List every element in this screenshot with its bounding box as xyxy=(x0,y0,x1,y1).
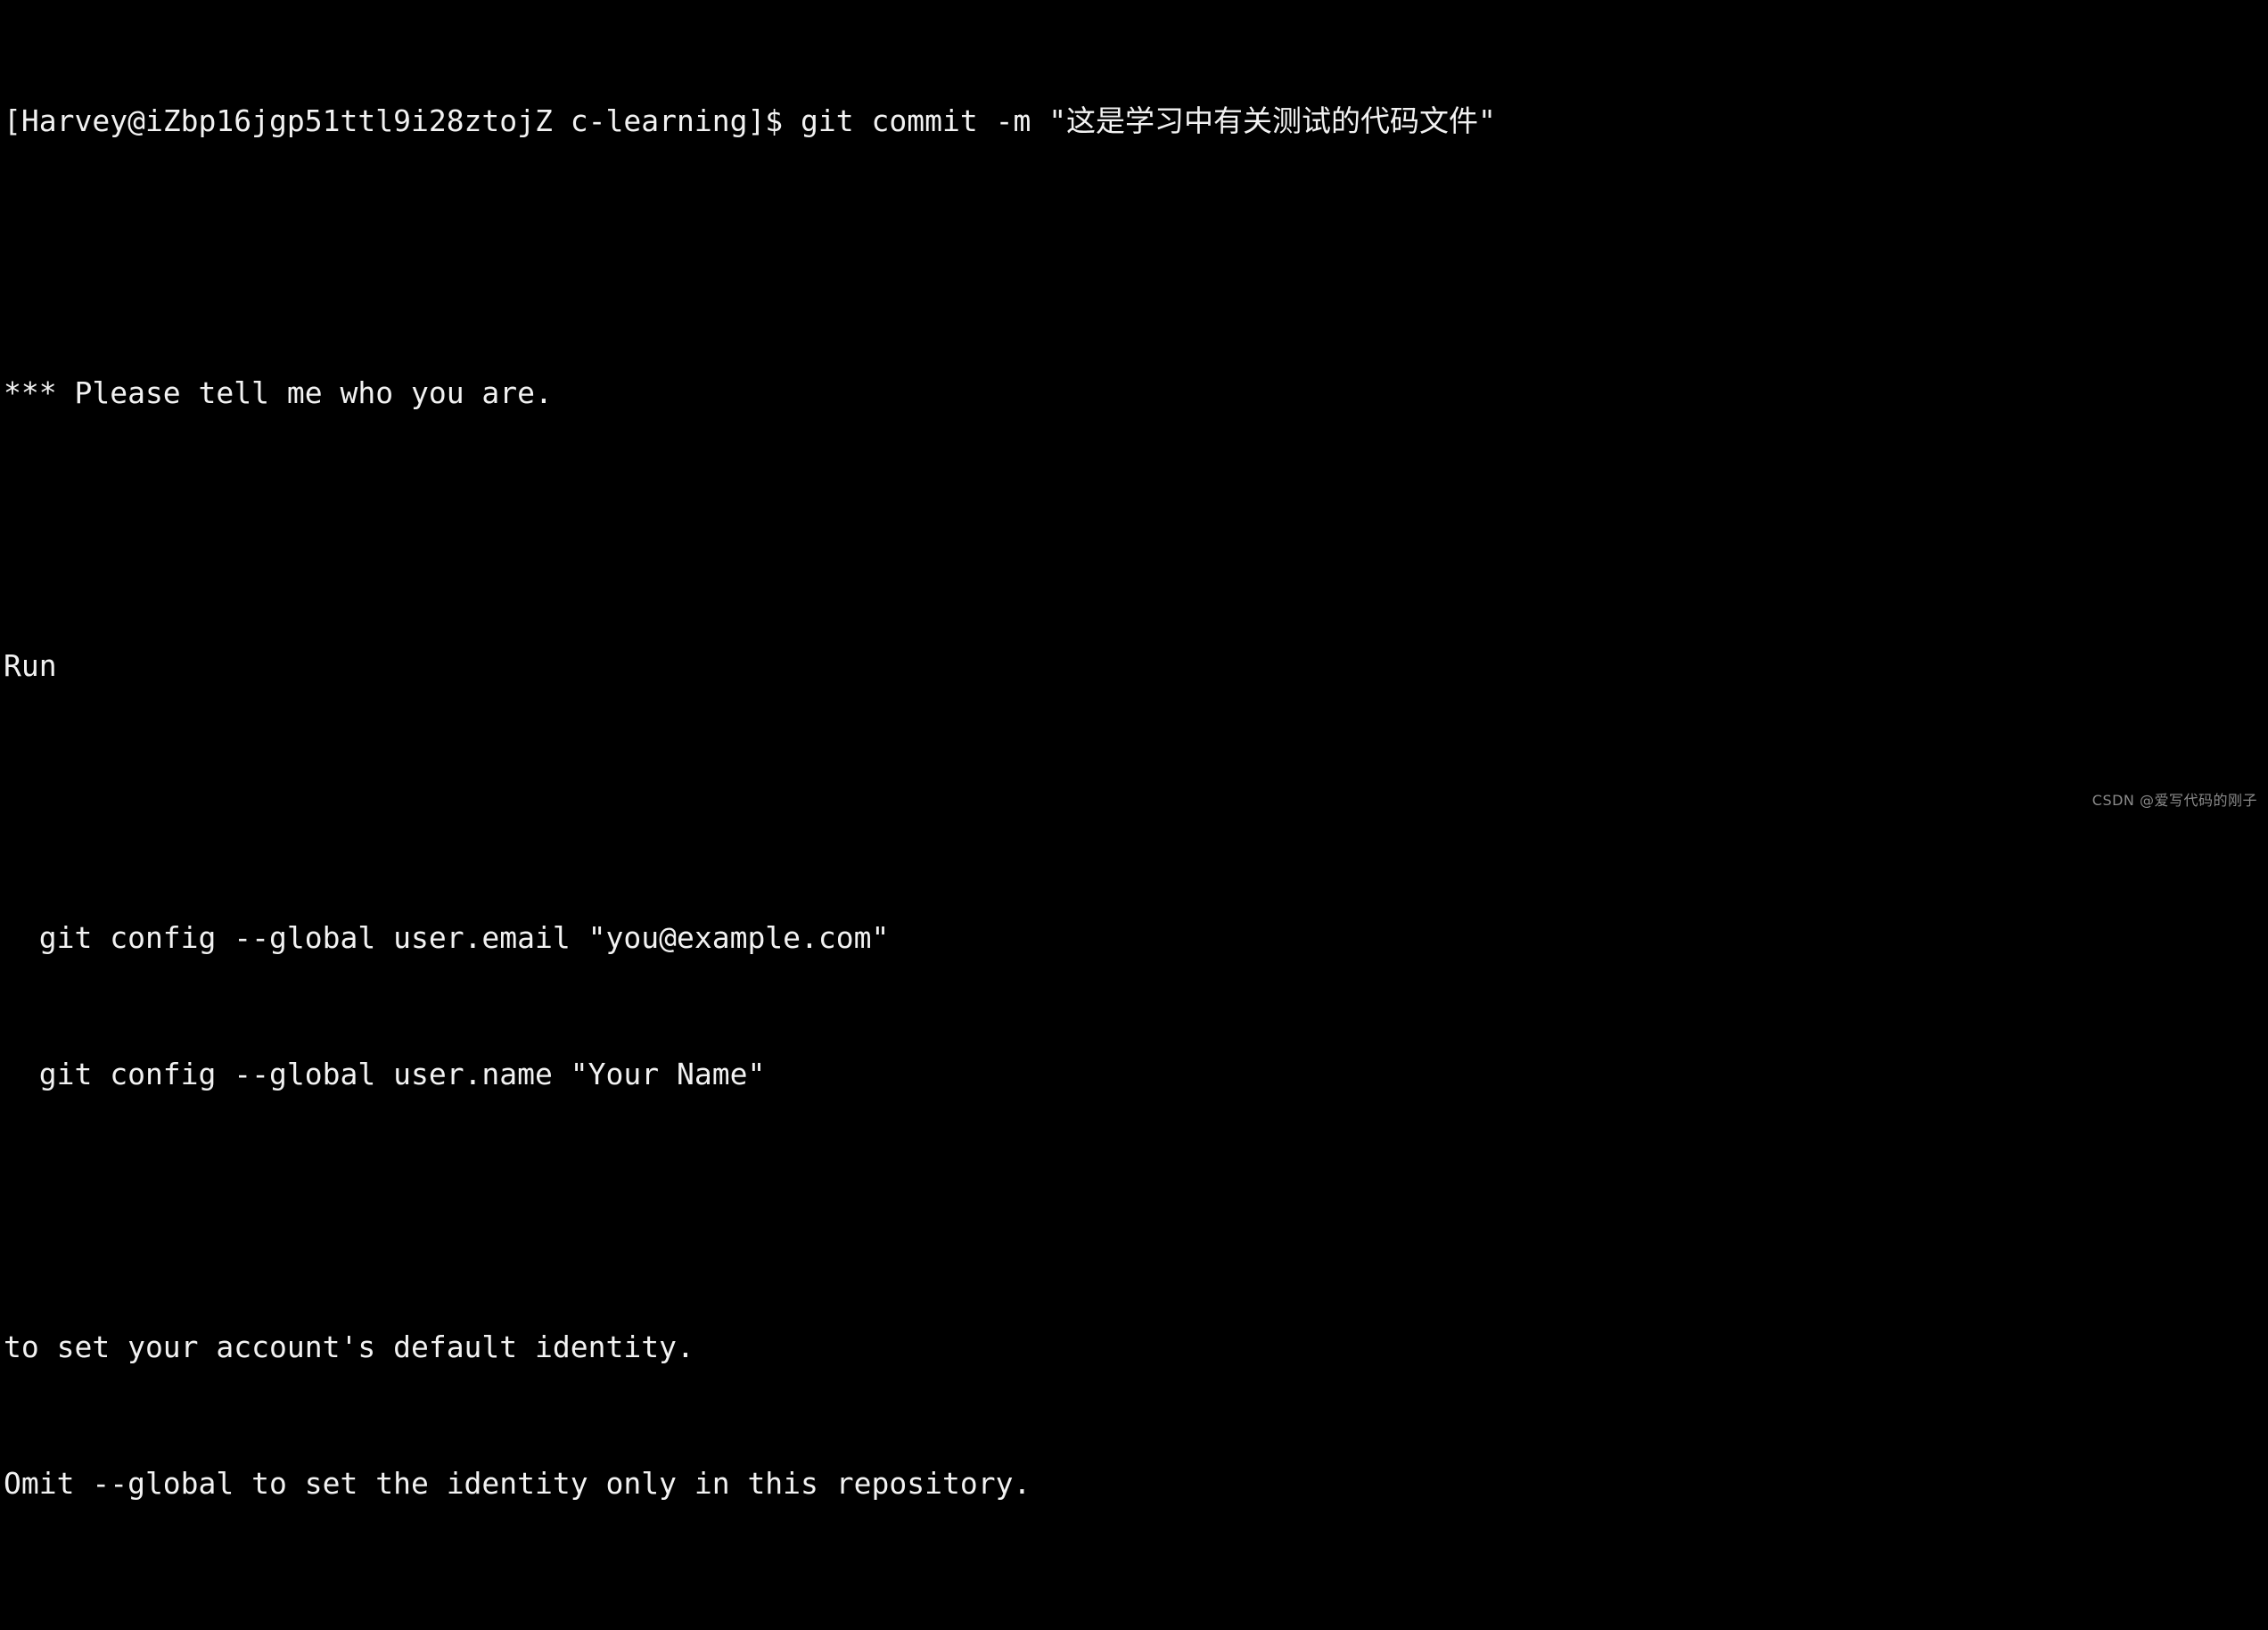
terminal-line-config-name: git config --global user.name "Your Name… xyxy=(4,1057,766,1092)
terminal-line-run: Run xyxy=(4,647,57,683)
terminal-line-omit-global: Omit --global to set the identity only i… xyxy=(4,1465,1031,1501)
terminal-window[interactable]: [Harvey@iZbp16jgp51ttl9i28ztojZ c-learni… xyxy=(0,0,2268,1500)
terminal-line-please-tell: *** Please tell me who you are. xyxy=(4,375,553,411)
terminal-line-set-default: to set your account's default identity. xyxy=(4,1329,694,1364)
terminal-output-area[interactable]: [Harvey@iZbp16jgp51ttl9i28ztojZ c-learni… xyxy=(0,0,1496,1630)
terminal-line-command: [Harvey@iZbp16jgp51ttl9i28ztojZ c-learni… xyxy=(4,103,1496,138)
terminal-line-config-email: git config --global user.email "you@exam… xyxy=(4,920,890,956)
csdn-watermark: CSDN @爱写代码的刚子 xyxy=(2091,792,2257,809)
